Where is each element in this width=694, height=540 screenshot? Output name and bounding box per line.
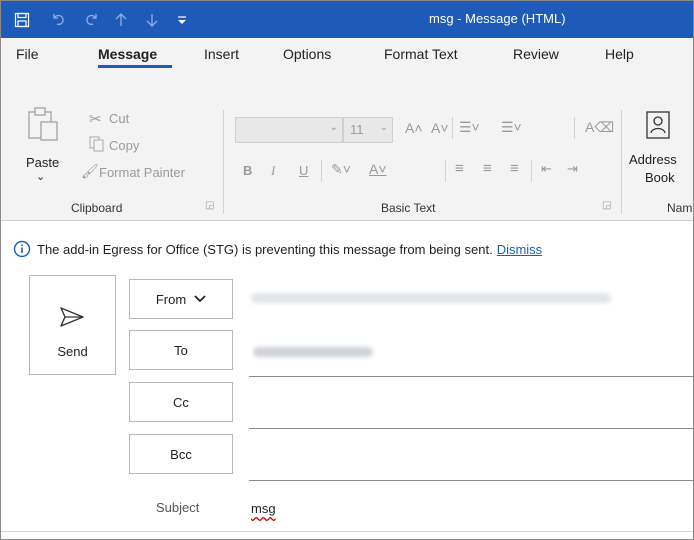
copy-label: Copy [109,138,140,153]
group-divider [621,110,622,214]
paste-label: Paste [26,155,60,170]
cc-label: Cc [173,394,189,410]
align-center-icon[interactable]: ≡ [483,160,492,177]
ribbon-tabs: File Message Insert Options Format Text … [1,38,693,70]
cut-label: Cut [109,111,130,126]
info-icon [13,240,31,258]
clear-formatting-icon[interactable]: A⌫ [585,119,614,136]
redo-icon[interactable] [77,1,105,38]
bcc-field[interactable] [249,480,693,481]
tab-help[interactable]: Help [605,46,634,62]
outlook-message-window: msg - Message (HTML) File Message Insert… [0,0,694,540]
separator [321,160,322,182]
send-label: Send [57,344,88,359]
add-in-info-bar: The add-in Egress for Office (STG) is pr… [1,237,693,263]
to-field[interactable] [249,376,693,377]
from-address-redacted [251,293,611,303]
paste-button[interactable]: Paste ⌄ [23,106,67,186]
to-recipient-redacted [253,347,373,357]
copy-button[interactable]: Copy [89,136,169,156]
tab-file[interactable]: File [16,46,39,62]
italic-button[interactable]: I [271,163,275,179]
increase-indent-icon[interactable]: ⇥ [567,161,578,177]
names-group-label: Nam [667,201,693,215]
group-divider [223,110,224,214]
cc-field[interactable] [249,428,693,429]
highlight-icon[interactable]: ✎˅ [331,161,351,178]
decrease-indent-icon[interactable]: ⇤ [541,161,552,177]
address-book-label-line2: Book [645,170,675,185]
to-button[interactable]: To [129,330,233,370]
address-book-label: Address [629,152,677,167]
separator [452,117,453,139]
address-book-icon [646,111,670,139]
customize-toolbar-icon[interactable] [168,1,196,38]
bcc-label: Bcc [170,446,192,462]
next-item-icon[interactable] [138,1,166,38]
dismiss-link[interactable]: Dismiss [497,242,543,257]
active-tab-indicator [98,65,172,68]
font-color-icon[interactable]: A˅ [369,161,387,177]
separator [531,160,532,182]
from-label: From [155,291,187,307]
previous-item-icon[interactable] [107,1,135,38]
send-icon [60,307,84,327]
save-icon[interactable] [8,1,36,38]
undo-icon[interactable] [45,1,73,38]
info-message: The add-in Egress for Office (STG) is pr… [37,242,542,257]
address-book-button[interactable]: Address Book [629,108,693,192]
font-name-combobox[interactable]: ⌄ [235,117,343,143]
basic-text-dialog-launcher-icon[interactable]: ◲ [602,200,611,211]
subject-divider [1,531,693,532]
subject-label: Subject [156,500,200,515]
title-bar: msg - Message (HTML) [1,1,693,38]
tab-options[interactable]: Options [283,46,331,62]
shrink-font-icon[interactable]: A˅ [431,120,449,136]
basic-text-group-label: Basic Text [381,201,436,215]
tab-insert[interactable]: Insert [204,46,239,62]
grow-font-icon[interactable]: A˄ [405,120,423,136]
clipboard-dialog-launcher-icon[interactable]: ◲ [205,200,214,211]
format-painter-button[interactable]: 🖌 Format Painter [79,163,209,183]
chevron-down-icon: ⌄ [329,122,338,133]
align-right-icon[interactable]: ≡ [510,160,519,177]
paste-icon [28,107,58,141]
format-painter-label: Format Painter [99,165,185,180]
separator [574,117,575,139]
tab-message[interactable]: Message [98,46,157,62]
font-size-value: 11 [350,122,364,137]
format-painter-icon: 🖌 [81,163,99,179]
separator [445,160,446,182]
copy-icon [89,136,104,152]
window-title: msg - Message (HTML) [429,11,566,26]
chevron-down-icon: ⌄ [379,122,388,133]
paste-dropdown-icon: ⌄ [36,171,46,183]
underline-button[interactable]: U [299,163,308,178]
bold-button[interactable]: B [243,163,252,178]
tab-format-text[interactable]: Format Text [384,46,458,62]
ribbon: Paste ⌄ ✂ Cut Copy 🖌 Format Painter Clip… [1,70,693,221]
from-button[interactable]: From [129,279,233,319]
subject-input[interactable]: msg [251,501,276,516]
cc-button[interactable]: Cc [129,382,233,422]
bcc-button[interactable]: Bcc [129,434,233,474]
tab-review[interactable]: Review [513,46,559,62]
bullets-icon[interactable]: ☰˅ [459,119,480,136]
clipboard-group-label: Clipboard [71,201,123,215]
send-button[interactable]: Send [29,275,116,375]
align-left-icon[interactable]: ≡ [455,160,464,177]
chevron-down-icon [194,295,206,303]
info-message-text: The add-in Egress for Office (STG) is pr… [37,242,493,257]
font-size-combobox[interactable]: 11 ⌄ [343,117,393,143]
cut-button[interactable]: ✂ Cut [89,110,169,130]
scissors-icon: ✂ [89,111,102,128]
to-label: To [174,342,188,358]
numbering-icon[interactable]: ☰˅ [501,119,522,136]
